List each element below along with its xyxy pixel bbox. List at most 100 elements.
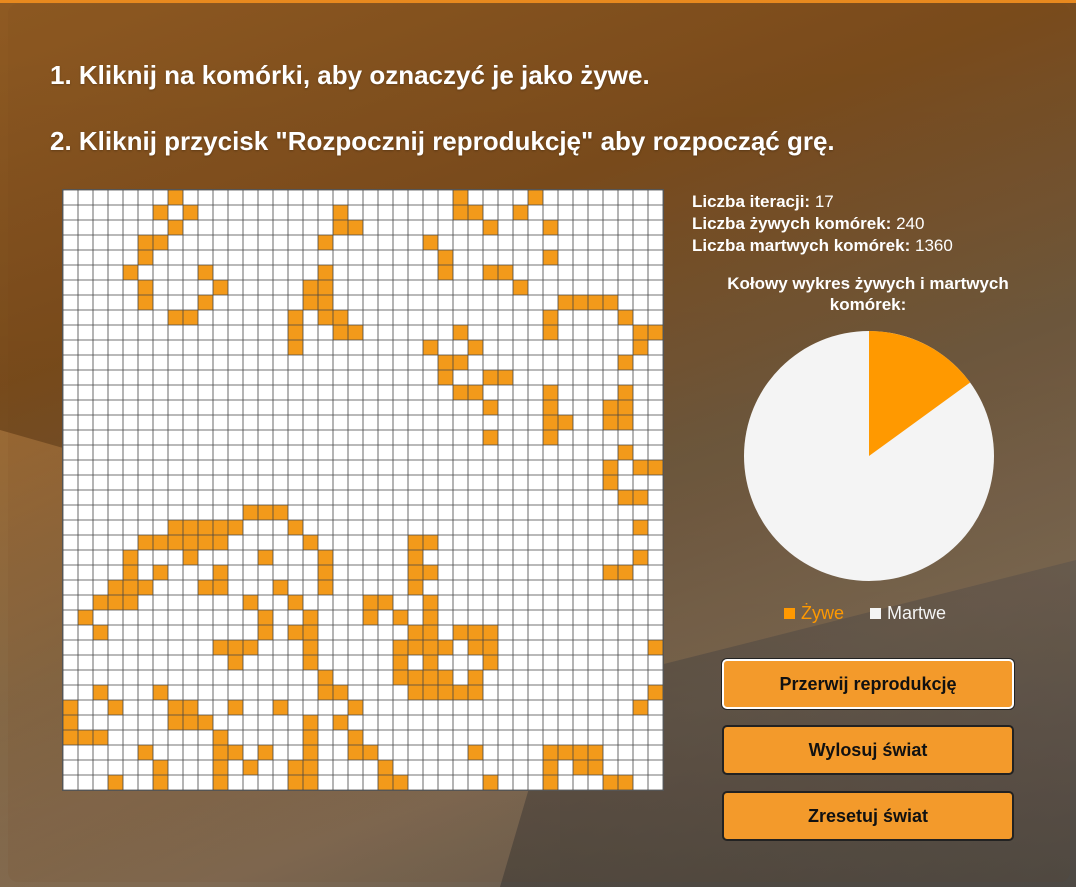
alive-cell[interactable] (618, 400, 633, 415)
alive-cell[interactable] (558, 295, 573, 310)
alive-cell[interactable] (498, 370, 513, 385)
alive-cell[interactable] (453, 385, 468, 400)
alive-cell[interactable] (168, 535, 183, 550)
alive-cell[interactable] (633, 340, 648, 355)
alive-cell[interactable] (288, 325, 303, 340)
alive-cell[interactable] (348, 745, 363, 760)
alive-cell[interactable] (408, 685, 423, 700)
alive-cell[interactable] (138, 235, 153, 250)
alive-cell[interactable] (483, 400, 498, 415)
alive-cell[interactable] (408, 640, 423, 655)
alive-cell[interactable] (543, 430, 558, 445)
alive-cell[interactable] (483, 625, 498, 640)
alive-cell[interactable] (303, 760, 318, 775)
alive-cell[interactable] (348, 325, 363, 340)
alive-cell[interactable] (423, 655, 438, 670)
alive-cell[interactable] (618, 310, 633, 325)
alive-cell[interactable] (153, 565, 168, 580)
alive-cell[interactable] (153, 760, 168, 775)
alive-cell[interactable] (573, 760, 588, 775)
alive-cell[interactable] (603, 295, 618, 310)
alive-cell[interactable] (183, 205, 198, 220)
alive-cell[interactable] (438, 370, 453, 385)
alive-cell[interactable] (318, 280, 333, 295)
alive-cell[interactable] (543, 400, 558, 415)
alive-cell[interactable] (483, 220, 498, 235)
alive-cell[interactable] (318, 580, 333, 595)
alive-cell[interactable] (243, 505, 258, 520)
alive-cell[interactable] (198, 520, 213, 535)
alive-cell[interactable] (93, 685, 108, 700)
alive-cell[interactable] (63, 730, 78, 745)
alive-cell[interactable] (438, 685, 453, 700)
alive-cell[interactable] (363, 610, 378, 625)
alive-cell[interactable] (408, 670, 423, 685)
alive-cell[interactable] (318, 565, 333, 580)
alive-cell[interactable] (423, 235, 438, 250)
alive-cell[interactable] (108, 595, 123, 610)
alive-cell[interactable] (168, 220, 183, 235)
alive-cell[interactable] (93, 595, 108, 610)
alive-cell[interactable] (123, 565, 138, 580)
alive-cell[interactable] (153, 535, 168, 550)
alive-cell[interactable] (183, 700, 198, 715)
alive-cell[interactable] (333, 220, 348, 235)
alive-cell[interactable] (63, 715, 78, 730)
alive-cell[interactable] (648, 640, 663, 655)
alive-cell[interactable] (228, 655, 243, 670)
alive-cell[interactable] (213, 760, 228, 775)
alive-cell[interactable] (303, 625, 318, 640)
alive-cell[interactable] (603, 775, 618, 790)
alive-cell[interactable] (633, 490, 648, 505)
alive-cell[interactable] (318, 685, 333, 700)
alive-cell[interactable] (588, 295, 603, 310)
alive-cell[interactable] (558, 745, 573, 760)
alive-cell[interactable] (198, 295, 213, 310)
alive-cell[interactable] (318, 310, 333, 325)
alive-cell[interactable] (453, 205, 468, 220)
alive-cell[interactable] (453, 625, 468, 640)
alive-cell[interactable] (393, 655, 408, 670)
alive-cell[interactable] (168, 700, 183, 715)
alive-cell[interactable] (453, 685, 468, 700)
alive-cell[interactable] (573, 745, 588, 760)
alive-cell[interactable] (198, 535, 213, 550)
alive-cell[interactable] (213, 745, 228, 760)
alive-cell[interactable] (303, 745, 318, 760)
alive-cell[interactable] (228, 640, 243, 655)
alive-cell[interactable] (483, 430, 498, 445)
alive-cell[interactable] (423, 610, 438, 625)
alive-cell[interactable] (108, 775, 123, 790)
alive-cell[interactable] (468, 340, 483, 355)
alive-cell[interactable] (633, 700, 648, 715)
alive-cell[interactable] (378, 595, 393, 610)
alive-cell[interactable] (648, 685, 663, 700)
alive-cell[interactable] (468, 745, 483, 760)
alive-cell[interactable] (303, 655, 318, 670)
alive-cell[interactable] (123, 550, 138, 565)
alive-cell[interactable] (513, 205, 528, 220)
alive-cell[interactable] (198, 265, 213, 280)
alive-cell[interactable] (93, 730, 108, 745)
alive-cell[interactable] (333, 715, 348, 730)
alive-cell[interactable] (318, 295, 333, 310)
alive-cell[interactable] (468, 670, 483, 685)
alive-cell[interactable] (648, 460, 663, 475)
alive-cell[interactable] (138, 295, 153, 310)
alive-cell[interactable] (543, 325, 558, 340)
alive-cell[interactable] (438, 355, 453, 370)
alive-cell[interactable] (603, 475, 618, 490)
alive-cell[interactable] (543, 775, 558, 790)
alive-cell[interactable] (423, 595, 438, 610)
alive-cell[interactable] (603, 415, 618, 430)
alive-cell[interactable] (213, 580, 228, 595)
alive-cell[interactable] (228, 745, 243, 760)
alive-cell[interactable] (183, 520, 198, 535)
alive-cell[interactable] (273, 700, 288, 715)
alive-cell[interactable] (483, 265, 498, 280)
alive-cell[interactable] (483, 640, 498, 655)
alive-cell[interactable] (318, 235, 333, 250)
alive-cell[interactable] (618, 355, 633, 370)
alive-cell[interactable] (183, 310, 198, 325)
alive-cell[interactable] (423, 565, 438, 580)
